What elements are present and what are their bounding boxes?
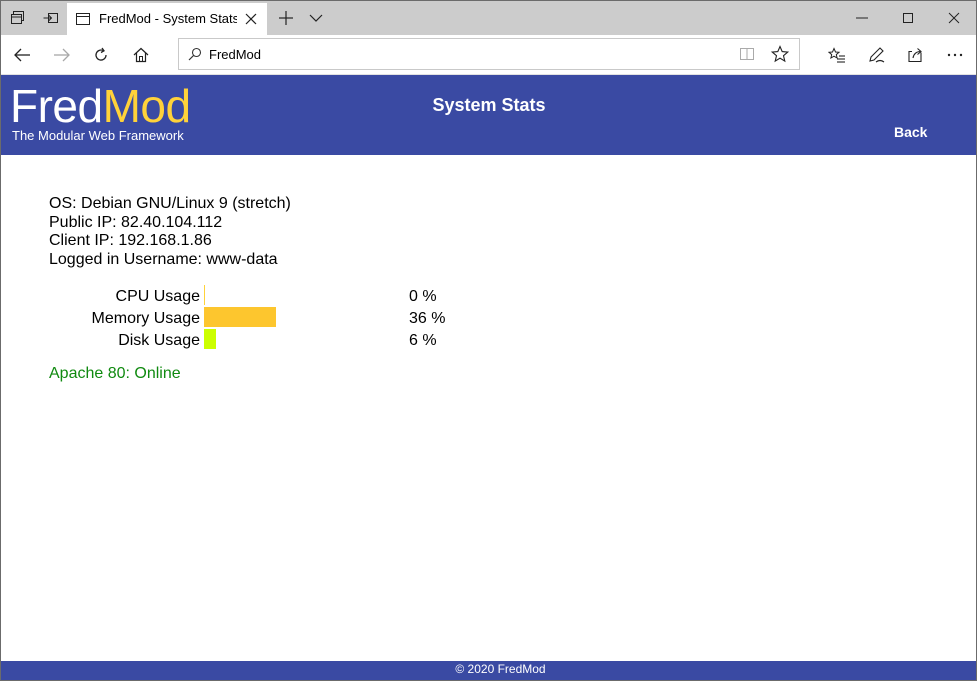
forward-arrow-icon <box>54 48 70 61</box>
tab-title: FredMod - System Stats <box>99 11 237 26</box>
stat-value: 0 % <box>409 288 437 305</box>
pen-icon <box>869 46 885 62</box>
new-tab-button[interactable] <box>271 1 301 35</box>
tab-strip: FredMod - System Stats <box>1 1 976 35</box>
logo-part-mod: Mod <box>102 80 191 132</box>
stat-row-disk: Disk Usage 6 % <box>49 329 469 351</box>
window-close-button[interactable] <box>931 1 976 35</box>
usage-bar <box>204 329 216 349</box>
browser-window: FredMod - System Stats FredMod FredMod T… <box>0 0 977 681</box>
back-link[interactable]: Back <box>894 124 927 140</box>
tab-page-icon <box>76 13 90 25</box>
stat-bar-track <box>204 329 404 349</box>
navigation-bar: FredMod <box>1 35 976 75</box>
stat-bar-track <box>204 285 404 305</box>
stat-label: Disk Usage <box>118 332 200 349</box>
stat-label: Memory Usage <box>91 310 200 327</box>
set-aside-tabs-button[interactable] <box>35 1 67 35</box>
address-bar[interactable]: FredMod <box>178 38 800 70</box>
usage-bar <box>204 285 205 305</box>
home-icon <box>133 47 149 62</box>
stat-value: 36 % <box>409 310 446 327</box>
address-text: FredMod <box>209 47 262 62</box>
page-title: System Stats <box>432 95 546 115</box>
more-icon <box>947 53 963 56</box>
os-info: OS: Debian GNU/Linux 9 (stretch) <box>49 195 291 212</box>
stat-value: 6 % <box>409 332 437 349</box>
stat-label: CPU Usage <box>115 288 200 305</box>
search-icon <box>188 47 202 61</box>
site-footer: © 2020 FredMod <box>1 661 976 680</box>
star-icon[interactable] <box>771 45 789 63</box>
copyright-text: © 2020 FredMod <box>455 662 546 676</box>
refresh-button[interactable] <box>81 35 121 74</box>
home-button[interactable] <box>121 35 161 74</box>
site-header: FredMod The Modular Web Framework System… <box>1 75 976 155</box>
notes-button[interactable] <box>857 35 897 74</box>
back-arrow-icon <box>14 48 30 61</box>
service-status: Apache 80: Online <box>49 365 181 382</box>
tab-actions-button[interactable] <box>1 1 35 35</box>
more-button[interactable] <box>935 35 975 74</box>
username-info: Logged in Username: www-data <box>49 250 278 268</box>
tab-list-button[interactable] <box>301 1 331 35</box>
active-tab[interactable]: FredMod - System Stats <box>67 3 267 35</box>
forward-button[interactable] <box>42 35 82 74</box>
logo: FredMod <box>10 83 191 129</box>
maximize-icon <box>903 13 913 23</box>
favorites-button[interactable] <box>817 35 857 74</box>
refresh-icon <box>95 47 107 61</box>
stat-bar-track <box>204 307 404 327</box>
share-button[interactable] <box>896 35 936 74</box>
public-ip-info: Public IP: 82.40.104.112 <box>49 213 223 231</box>
tab-actions-icon <box>11 11 24 24</box>
plus-icon <box>279 11 293 25</box>
reading-view-icon[interactable] <box>739 46 755 62</box>
share-icon <box>908 47 922 62</box>
favorites-icon <box>828 46 845 63</box>
logo-part-fred: Fred <box>10 80 103 132</box>
system-info: OS: Debian GNU/Linux 9 (stretch) Public … <box>49 195 291 269</box>
window-close-icon <box>948 12 959 24</box>
tagline: The Modular Web Framework <box>12 128 184 143</box>
chevron-down-icon <box>309 14 323 22</box>
minimize-icon <box>856 17 868 19</box>
stat-row-memory: Memory Usage 36 % <box>49 307 469 329</box>
close-icon[interactable] <box>245 13 257 25</box>
maximize-button[interactable] <box>885 1 931 35</box>
usage-bar <box>204 307 276 327</box>
back-button[interactable] <box>2 35 42 74</box>
stat-row-cpu: CPU Usage 0 % <box>49 285 469 307</box>
usage-stats: CPU Usage 0 % Memory Usage 36 % Disk Usa… <box>49 285 469 351</box>
set-aside-tabs-icon <box>43 13 58 23</box>
minimize-button[interactable] <box>839 1 885 35</box>
client-ip-info: Client IP: 192.168.1.86 <box>49 232 212 249</box>
